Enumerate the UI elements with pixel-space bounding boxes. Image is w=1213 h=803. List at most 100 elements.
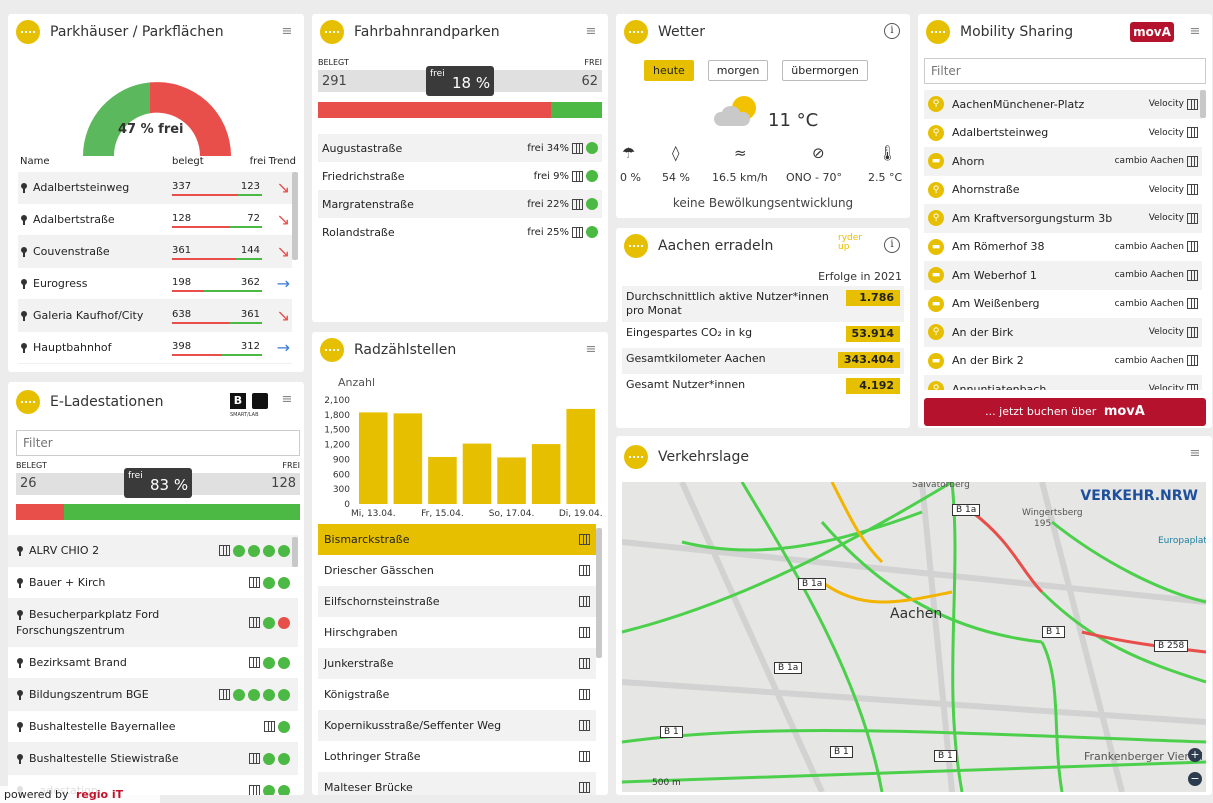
- list-item[interactable]: Augustastraße frei 34%: [318, 134, 602, 162]
- list-item[interactable]: Eilfschornsteinstraße: [318, 586, 596, 617]
- info-icon[interactable]: i: [884, 237, 900, 253]
- tab-uebermorgen[interactable]: übermorgen: [782, 60, 868, 81]
- aachen-logo-icon: [320, 338, 344, 362]
- map-icon[interactable]: [1187, 241, 1198, 253]
- map-icon[interactable]: [1187, 269, 1198, 281]
- map-icon[interactable]: [579, 627, 590, 638]
- map-icon[interactable]: [579, 720, 590, 731]
- list-item[interactable]: Besucherparkplatz Ford Forschungszentrum: [8, 599, 298, 647]
- list-item[interactable]: Junkerstraße: [318, 648, 596, 679]
- map-icon[interactable]: [572, 198, 583, 210]
- table-row[interactable]: Couvenstraße 361 144 ↘: [18, 236, 292, 268]
- charging-filter-input[interactable]: [16, 430, 300, 456]
- map-icon[interactable]: [1187, 326, 1198, 338]
- row-name-label: Adalbertstraße: [33, 213, 115, 226]
- belegt-value: 128: [172, 212, 192, 224]
- list-item[interactable]: Königstraße: [318, 679, 596, 710]
- map-icon[interactable]: [579, 689, 590, 700]
- table-row[interactable]: Adalbertstraße 128 72 ↘: [18, 204, 292, 236]
- list-item[interactable]: Bauer + Kirch: [8, 567, 298, 599]
- list-item[interactable]: Friedrichstraße frei 9%: [318, 162, 602, 190]
- map-icon[interactable]: [579, 565, 590, 576]
- info-icon[interactable]: i: [884, 23, 900, 39]
- scrollbar[interactable]: [596, 528, 602, 658]
- list-item[interactable]: ▬ An der Birk 2 cambio Aachen: [924, 347, 1202, 376]
- list-item[interactable]: ⚲ Ahornstraße Velocity: [924, 176, 1202, 205]
- list-item[interactable]: ▬ Am Weißenberg cambio Aachen: [924, 290, 1202, 319]
- badge-small: frei: [128, 471, 143, 481]
- charging-header: E-Ladestationen B SMART/LAB ≡: [8, 382, 304, 422]
- list-item[interactable]: Margratenstraße frei 22%: [318, 190, 602, 218]
- list-item[interactable]: Bushaltestelle Stiewistraße: [8, 743, 298, 775]
- list-item[interactable]: Bildungszentrum BGE: [8, 679, 298, 711]
- list-item[interactable]: ⚲ AachenMünchener-Platz Velocity: [924, 90, 1202, 119]
- list-item[interactable]: Bismarckstraße: [318, 524, 596, 555]
- map-icon[interactable]: [572, 170, 583, 182]
- list-item[interactable]: ⚲ Adalbertsteinweg Velocity: [924, 119, 1202, 148]
- parking-list: Adalbertsteinweg 337 123 ↘ Adalbertstraße 128…: [18, 172, 292, 364]
- table-row[interactable]: Eurogress 198 362 →: [18, 268, 292, 300]
- map-icon[interactable]: [1187, 355, 1198, 367]
- tab-morgen[interactable]: morgen: [707, 60, 769, 81]
- tab-heute[interactable]: heute: [644, 60, 694, 81]
- table-row[interactable]: Hauptbahnhof 398 312 →: [18, 332, 292, 364]
- map-icon[interactable]: [264, 721, 275, 732]
- mobility-filter-input[interactable]: [924, 58, 1206, 84]
- list-item[interactable]: Lothringer Straße: [318, 741, 596, 772]
- map-icon[interactable]: [219, 689, 230, 700]
- list-item[interactable]: Bushaltestelle Bayernallee: [8, 711, 298, 743]
- table-row[interactable]: Adalbertsteinweg 337 123 ↘: [18, 172, 292, 204]
- map-icon[interactable]: [572, 142, 583, 154]
- menu-icon[interactable]: ≡: [582, 341, 600, 359]
- list-item[interactable]: ▬ Am Römerhof 38 cambio Aachen: [924, 233, 1202, 262]
- table-row[interactable]: Galeria Kaufhof/City 638 361 ↘: [18, 300, 292, 332]
- list-item[interactable]: Driescher Gässchen: [318, 555, 596, 586]
- scrollbar[interactable]: [1200, 90, 1206, 118]
- map-icon[interactable]: [249, 785, 260, 795]
- list-item[interactable]: Bezirksamt Brand: [8, 647, 298, 679]
- map-icon[interactable]: [249, 753, 260, 764]
- map-icon[interactable]: [1187, 155, 1198, 167]
- map-icon[interactable]: [1187, 298, 1198, 310]
- menu-icon[interactable]: ≡: [1186, 445, 1204, 463]
- map-icon[interactable]: [579, 534, 590, 545]
- map-icon[interactable]: [1187, 184, 1198, 196]
- menu-icon[interactable]: ≡: [582, 23, 600, 41]
- map-icon[interactable]: [1187, 127, 1198, 139]
- map-icon[interactable]: [249, 577, 260, 588]
- map-icon[interactable]: [579, 596, 590, 607]
- scrollbar[interactable]: [292, 537, 298, 567]
- list-item[interactable]: ▬ Am Weberhof 1 cambio Aachen: [924, 261, 1202, 290]
- zoom-out-button[interactable]: −: [1188, 772, 1202, 786]
- map-icon[interactable]: [219, 545, 230, 556]
- map-icon[interactable]: [1187, 383, 1198, 390]
- book-label: ... jetzt buchen über: [985, 405, 1097, 418]
- frei-value: frei 9%: [533, 170, 569, 182]
- list-item[interactable]: ▬ Ahorn cambio Aachen: [924, 147, 1202, 176]
- list-item[interactable]: Malteser Brücke: [318, 772, 596, 795]
- map-icon[interactable]: [579, 782, 590, 793]
- list-item[interactable]: ⚲ Am Kraftversorgungsturm 3b Velocity: [924, 204, 1202, 233]
- list-item[interactable]: ALRV CHIO 2: [8, 535, 298, 567]
- book-button[interactable]: ... jetzt buchen über movA: [924, 398, 1206, 426]
- traffic-map[interactable]: VERKEHR.NRW Aachen Salvatorberg Wingerts…: [622, 482, 1206, 792]
- map-icon[interactable]: [249, 657, 260, 668]
- menu-icon[interactable]: ≡: [278, 391, 296, 409]
- status-dot: [278, 616, 290, 629]
- list-item[interactable]: Kopernikusstraße/Seffenter Weg: [318, 710, 596, 741]
- menu-icon[interactable]: ≡: [278, 23, 296, 41]
- menu-icon[interactable]: ≡: [1186, 23, 1204, 41]
- map-icon[interactable]: [1187, 98, 1198, 110]
- map-icon[interactable]: [1187, 212, 1198, 224]
- map-icon[interactable]: [249, 617, 260, 628]
- map-icon[interactable]: [572, 226, 583, 238]
- list-item[interactable]: ⚲ An der Birk Velocity: [924, 318, 1202, 347]
- scrollbar[interactable]: [292, 172, 298, 260]
- list-item[interactable]: Rolandstraße frei 25%: [318, 218, 602, 246]
- map-icon[interactable]: [579, 751, 590, 762]
- map-icon[interactable]: [579, 658, 590, 669]
- list-item[interactable]: Hirschgraben: [318, 617, 596, 648]
- list-item[interactable]: ⚲ Annuntiatenbach Velocity: [924, 375, 1202, 390]
- zoom-in-button[interactable]: +: [1188, 748, 1202, 762]
- regio-it-logo[interactable]: regio iT: [76, 788, 123, 801]
